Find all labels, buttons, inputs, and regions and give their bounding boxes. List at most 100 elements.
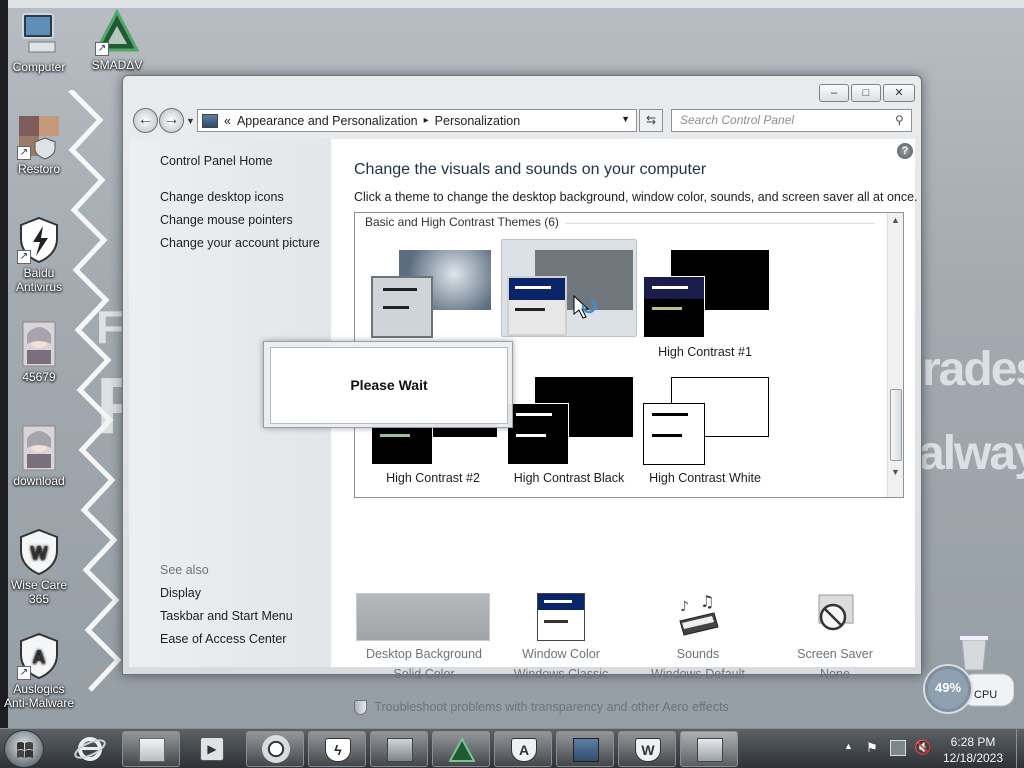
back-button[interactable]: ←: [133, 108, 158, 133]
window-color-icon: [537, 593, 585, 641]
desktop-icon-label: SMADΔV: [91, 58, 143, 72]
svg-text:W: W: [31, 543, 48, 563]
show-hidden-icons-button[interactable]: ▲: [844, 741, 853, 751]
theme-label-high-contrast-1: High Contrast #1: [658, 345, 752, 359]
taskbar-media-player[interactable]: ▶: [194, 733, 228, 765]
desktop-icon-auslogics-anti-malware[interactable]: A ↗ Auslogics Anti-Malware: [0, 632, 78, 710]
shortcut-arrow-icon: ↗: [17, 250, 31, 264]
taskbar-wise-care-365[interactable]: W: [618, 731, 676, 767]
ease-of-access-link[interactable]: Ease of Access Center: [160, 632, 286, 646]
help-button[interactable]: ?: [897, 143, 913, 159]
shortcut-arrow-icon: ↗: [17, 666, 31, 680]
wallpaper-frame-top: [0, 0, 1024, 8]
recent-pages-dropdown[interactable]: ▼: [186, 116, 195, 126]
change-account-picture-link[interactable]: Change your account picture: [160, 236, 320, 250]
auslogics-icon: A: [511, 738, 537, 762]
change-mouse-pointers-link[interactable]: Change mouse pointers: [160, 213, 293, 227]
desktop-icon-label: Baidu Antivirus: [15, 266, 62, 294]
desktop-icon-download[interactable]: download: [0, 424, 78, 488]
cpu-percent: 49%: [934, 680, 962, 695]
cpu-gadget[interactable]: 49% CPU: [922, 664, 1014, 714]
address-dropdown-icon[interactable]: ▼: [621, 114, 630, 124]
wise-care-icon: W: [15, 528, 63, 576]
desktop-icon-45679[interactable]: 45679: [0, 320, 78, 384]
desktop-background-setting[interactable]: Desktop Background Solid Color: [354, 591, 494, 686]
desktop-icon-baidu-antivirus[interactable]: ↗ Baidu Antivirus: [0, 216, 78, 294]
display-link[interactable]: Display: [160, 586, 201, 600]
arrow-left-icon: ←: [137, 111, 154, 128]
screen-saver-setting[interactable]: Screen Saver None: [765, 591, 905, 686]
breadcrumb-personalization[interactable]: Personalization: [435, 114, 520, 128]
taskbar-chrome[interactable]: [246, 731, 304, 767]
scroll-thumb[interactable]: [890, 389, 902, 461]
refresh-icon: ⇆: [645, 113, 657, 127]
forward-button[interactable]: →: [159, 108, 184, 133]
troubleshoot-link[interactable]: Troubleshoot problems with transparency …: [354, 700, 729, 716]
address-chevrons[interactable]: «: [224, 114, 231, 128]
refresh-button[interactable]: ⇆: [639, 109, 663, 132]
folder-icon: [139, 738, 165, 762]
theme-windows-classic-selected[interactable]: [501, 239, 637, 337]
theme-group-label: Basic and High Contrast Themes (6): [365, 215, 559, 229]
taskbar-photos[interactable]: [370, 731, 428, 767]
theme-high-contrast-1[interactable]: [641, 248, 771, 340]
window-color-setting[interactable]: Window Color Windows Classic: [491, 591, 631, 686]
desktop-icon-computer[interactable]: Computer: [0, 10, 78, 74]
breadcrumb-separator[interactable]: ▸: [424, 115, 429, 126]
scroll-down-arrow-icon[interactable]: ▼: [891, 467, 900, 477]
theme-high-contrast-white[interactable]: [641, 375, 771, 467]
anime-image-icon: [15, 320, 63, 368]
caption-buttons: ‒ □ ✕: [819, 84, 915, 102]
taskbar-baidu-antivirus[interactable]: ϟ: [308, 731, 366, 767]
volume-icon[interactable]: 🔇: [914, 739, 931, 756]
chrome-icon: [262, 735, 290, 763]
media-player-icon: ▶: [200, 737, 224, 761]
theme-high-contrast-black[interactable]: [505, 375, 635, 467]
search-input[interactable]: Search Control Panel: [671, 109, 912, 132]
taskbar-control-panel[interactable]: [556, 731, 614, 767]
cpu-label: CPU: [974, 689, 998, 701]
desktop-icon-restoro[interactable]: ↗ Restoro: [0, 112, 78, 176]
theme-window-preview: [507, 276, 567, 336]
control-panel-home-link[interactable]: Control Panel Home: [160, 154, 273, 168]
control-panel-icon: [573, 738, 599, 762]
desktop-icon-label: Wise Care 365: [10, 578, 67, 606]
taskbar-file-explorer[interactable]: [122, 731, 180, 767]
window-color-title: Window Color: [522, 647, 600, 661]
theme-label-high-contrast-black: High Contrast Black: [513, 471, 625, 485]
taskbar-internet-explorer[interactable]: [70, 733, 110, 765]
taskbar-smadav[interactable]: [432, 731, 490, 767]
smadav-icon: ↗: [93, 8, 141, 56]
taskbar-auslogics[interactable]: A: [494, 731, 552, 767]
scroll-up-arrow-icon[interactable]: ▲: [891, 215, 900, 225]
sounds-value: Windows Default: [651, 667, 745, 681]
clock[interactable]: 6:28 PM 12/18/2023: [930, 734, 1016, 766]
address-bar[interactable]: « Appearance and Personalization ▸ Perso…: [197, 109, 637, 132]
sounds-setting[interactable]: ♫ ♪ Sounds Windows Default: [628, 591, 768, 686]
taskbar-personalization[interactable]: [680, 731, 738, 767]
show-desktop-button[interactable]: [1016, 729, 1024, 768]
taskbar-start-menu-link[interactable]: Taskbar and Start Menu: [160, 609, 293, 623]
see-also-heading: See also: [160, 563, 209, 577]
theme-windows-7-basic[interactable]: [369, 248, 493, 340]
desktop-background-value: Solid Color: [393, 667, 455, 681]
desktop-icon-label: 45679: [22, 370, 56, 384]
theme-list-scrollbar[interactable]: ▲ ▼: [887, 213, 903, 497]
windows-logo-icon: [17, 742, 33, 758]
close-button[interactable]: ✕: [883, 84, 915, 102]
maximize-button[interactable]: □: [851, 84, 881, 102]
breadcrumb-appearance[interactable]: Appearance and Personalization: [237, 114, 418, 128]
desktop-icon-label: Restoro: [17, 162, 61, 176]
baidu-antivirus-icon: ϟ: [325, 738, 351, 762]
change-desktop-icons-link[interactable]: Change desktop icons: [160, 190, 284, 204]
please-wait-text: Please Wait: [270, 347, 508, 424]
control-panel-icon: [202, 113, 218, 128]
action-center-icon[interactable]: ⚑: [866, 740, 882, 756]
anime-image-icon: [15, 424, 63, 472]
minimize-button[interactable]: ‒: [819, 84, 849, 102]
svg-text:♫: ♫: [700, 592, 714, 611]
start-button[interactable]: [4, 730, 44, 768]
desktop-icon-wise-care-365[interactable]: W Wise Care 365: [0, 528, 78, 606]
network-icon[interactable]: [890, 740, 906, 756]
desktop-icon-smadav[interactable]: ↗ SMADΔV: [78, 8, 156, 72]
